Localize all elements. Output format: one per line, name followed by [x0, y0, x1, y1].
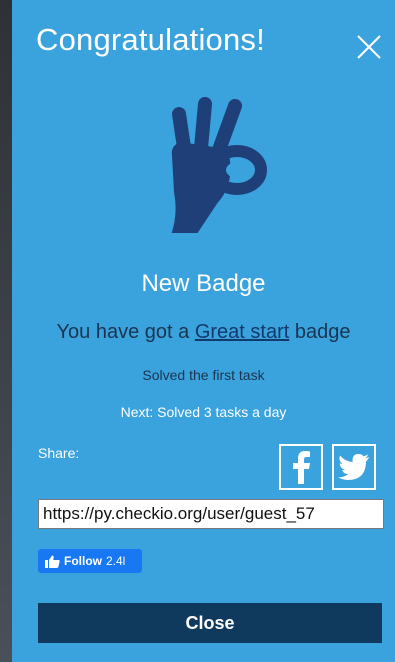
- badge-earned-prefix: You have got a: [56, 321, 195, 343]
- next-badge-text: Next: Solved 3 tasks a day: [120, 404, 287, 420]
- thumbs-up-icon: [45, 555, 60, 568]
- badge-modal: Congratulations! New Badge You have got …: [12, 0, 395, 662]
- follow-label: Follow: [64, 554, 102, 568]
- badge-earned-text: You have got a Great start badge: [12, 321, 395, 344]
- share-label: Share:: [38, 445, 80, 461]
- follow-count: 2.4l: [106, 554, 126, 568]
- facebook-share-button[interactable]: [279, 444, 323, 490]
- share-url-input[interactable]: [38, 499, 384, 529]
- page-backdrop: [0, 0, 12, 662]
- twitter-share-button[interactable]: [332, 444, 376, 490]
- close-icon[interactable]: [356, 34, 382, 60]
- badge-description: Solved the first task: [142, 367, 265, 383]
- facebook-icon: [293, 451, 310, 484]
- facebook-follow-button[interactable]: Follow 2.4l: [38, 549, 142, 573]
- badge-name-link[interactable]: Great start: [195, 321, 289, 343]
- badge-title: New Badge: [141, 270, 266, 297]
- twitter-icon: [338, 454, 369, 480]
- modal-title: Congratulations!: [36, 22, 265, 57]
- close-button[interactable]: Close: [38, 603, 382, 643]
- ok-hand-icon: [171, 97, 267, 233]
- badge-earned-suffix: badge: [289, 321, 351, 343]
